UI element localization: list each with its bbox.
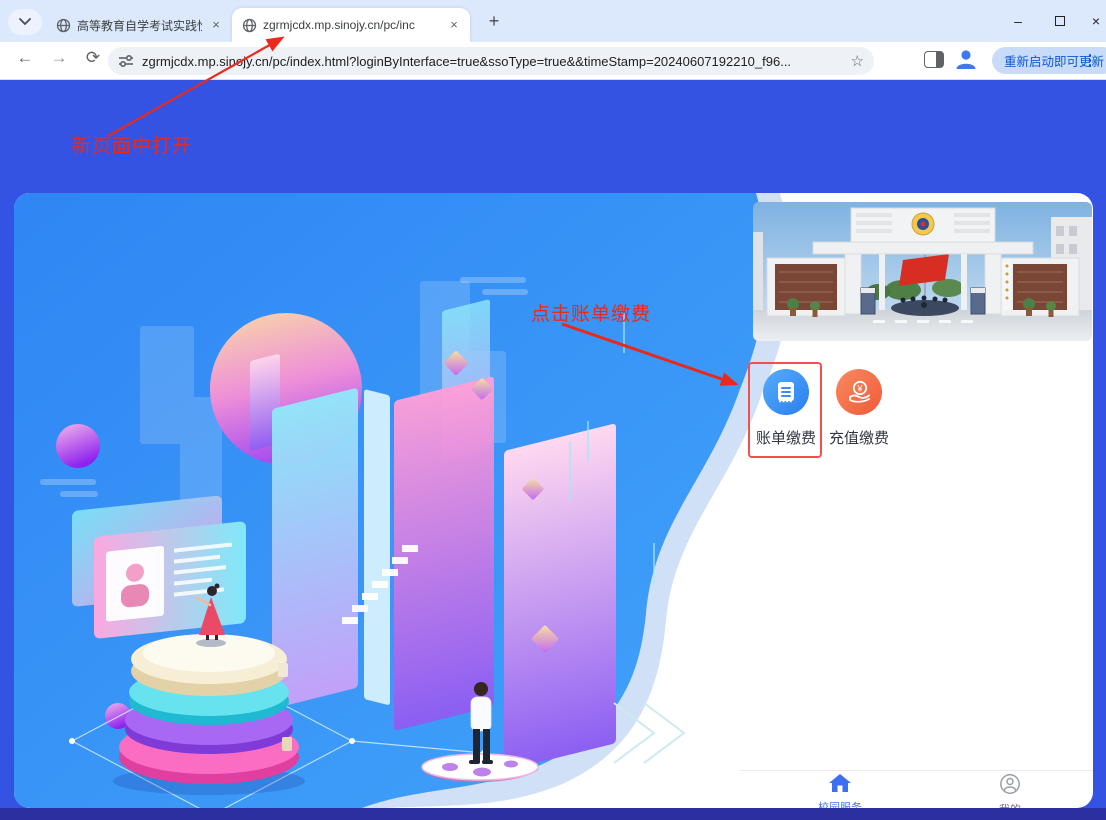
bookmark-star-icon[interactable]: ☆	[851, 52, 864, 70]
nav-mine[interactable]: 我的	[970, 773, 1050, 808]
tab-close-icon[interactable]: ×	[446, 17, 462, 33]
url-text[interactable]: zgrmjcdx.mp.sinojy.cn/pc/index.html?logi…	[142, 54, 845, 69]
new-tab-button[interactable]: +	[482, 10, 506, 34]
svg-text:¥: ¥	[856, 384, 863, 394]
bottom-nav-divider	[740, 770, 1093, 771]
chevron-down-icon	[19, 18, 31, 26]
bottom-strip	[0, 808, 1106, 820]
campus-gate-photo	[753, 202, 1092, 341]
nav-mine-label: 我的	[970, 801, 1050, 808]
tab-title: zgrmjcdx.mp.sinojy.cn/pc/inc	[263, 18, 440, 32]
address-bar[interactable]: zgrmjcdx.mp.sinojy.cn/pc/index.html?logi…	[108, 47, 874, 75]
globe-favicon	[56, 18, 71, 33]
nav-campus-services-label: 校园服务	[800, 799, 880, 808]
tab-strip: 高等教育自学考试实践性环节虚 × zgrmjcdx.mp.sinojy.cn/p…	[0, 0, 1106, 42]
browser-menu-icon[interactable]: ⋮	[1082, 47, 1098, 74]
tab-title: 高等教育自学考试实践性环节虚	[77, 17, 202, 34]
annotation-open-new-page: 新页面中打开	[72, 131, 192, 158]
tab-exam-portal[interactable]: 高等教育自学考试实践性环节虚 ×	[46, 8, 232, 42]
tab-search-button[interactable]	[8, 9, 42, 35]
browser-window: { "browser": { "tabs": [ { "title": "高等教…	[0, 0, 1106, 820]
forward-button[interactable]: →	[46, 48, 72, 68]
profile-icon	[999, 773, 1021, 795]
tab-payment-portal[interactable]: zgrmjcdx.mp.sinojy.cn/pc/inc ×	[232, 8, 470, 42]
annotation-highlight-rect	[748, 362, 822, 458]
recharge-payment-label: 充值缴费	[827, 427, 891, 448]
annotation-click-bill: 点击账单缴费	[531, 299, 651, 326]
back-button[interactable]: ←	[12, 48, 38, 68]
side-panel-icon[interactable]	[924, 51, 944, 68]
reload-button[interactable]: ⟳	[80, 48, 106, 68]
window-close-button[interactable]: ×	[1076, 0, 1106, 42]
profile-avatar[interactable]	[954, 47, 978, 71]
portal-card: 账单缴费 ¥ 充值缴费 校园服务 我的	[14, 193, 1093, 808]
nav-campus-services[interactable]: 校园服务	[800, 773, 880, 808]
window-minimize-button[interactable]: –	[998, 0, 1038, 42]
globe-favicon	[242, 18, 257, 33]
recharge-payment-button[interactable]: ¥ 充值缴费	[827, 369, 891, 448]
tab-close-icon[interactable]: ×	[208, 17, 224, 33]
window-maximize-button[interactable]	[1040, 0, 1080, 42]
maximize-icon	[1055, 16, 1065, 26]
home-icon	[829, 773, 851, 793]
site-settings-icon[interactable]	[118, 54, 134, 68]
recharge-icon: ¥	[836, 369, 882, 415]
